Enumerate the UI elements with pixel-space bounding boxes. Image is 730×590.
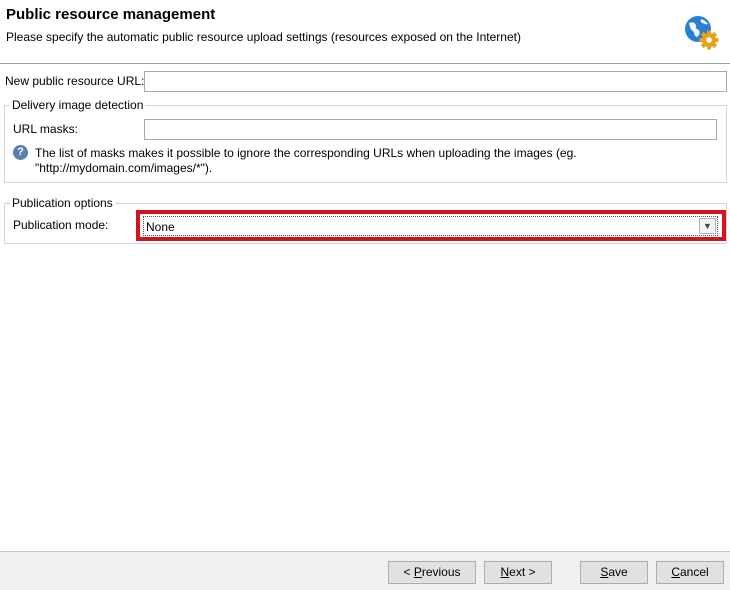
chevron-down-icon[interactable]: ▼ <box>699 218 716 234</box>
help-icon: ? <box>13 145 28 160</box>
publication-mode-label: Publication mode: <box>13 218 109 232</box>
cancel-button[interactable]: Cancel <box>656 561 724 584</box>
save-button[interactable]: Save <box>580 561 648 584</box>
wizard-footer: < Previous Next > Save Cancel <box>0 551 730 590</box>
page-title: Public resource management <box>6 6 216 23</box>
previous-button[interactable]: < Previous <box>388 561 476 584</box>
previous-prefix: < <box>403 565 414 579</box>
save-rest: ave <box>608 565 628 579</box>
next-button[interactable]: Next > <box>484 561 552 584</box>
url-masks-input[interactable] <box>144 119 717 140</box>
delivery-group-title: Delivery image detection <box>10 98 146 112</box>
wizard-header: Public resource management Please specif… <box>0 0 730 64</box>
help-text-line1: The list of masks makes it possible to i… <box>35 146 577 160</box>
globe-gear-icon <box>685 16 719 50</box>
new-url-input[interactable] <box>144 71 727 92</box>
next-accel: N <box>500 565 510 579</box>
new-url-label: New public resource URL: <box>5 74 145 88</box>
cancel-accel: C <box>671 565 680 579</box>
next-rest: ext > <box>509 565 536 579</box>
previous-accel: P <box>413 565 422 579</box>
publication-mode-value: None <box>146 220 175 234</box>
publication-group-title: Publication options <box>10 196 115 210</box>
publication-mode-select[interactable]: None ▼ <box>143 216 718 236</box>
page-subtitle: Please specify the automatic public reso… <box>6 30 521 44</box>
help-text-line2: "http://mydomain.com/images/*"). <box>35 161 213 175</box>
previous-rest: revious <box>421 565 461 579</box>
url-masks-label: URL masks: <box>13 122 78 136</box>
cancel-rest: ancel <box>679 565 709 579</box>
